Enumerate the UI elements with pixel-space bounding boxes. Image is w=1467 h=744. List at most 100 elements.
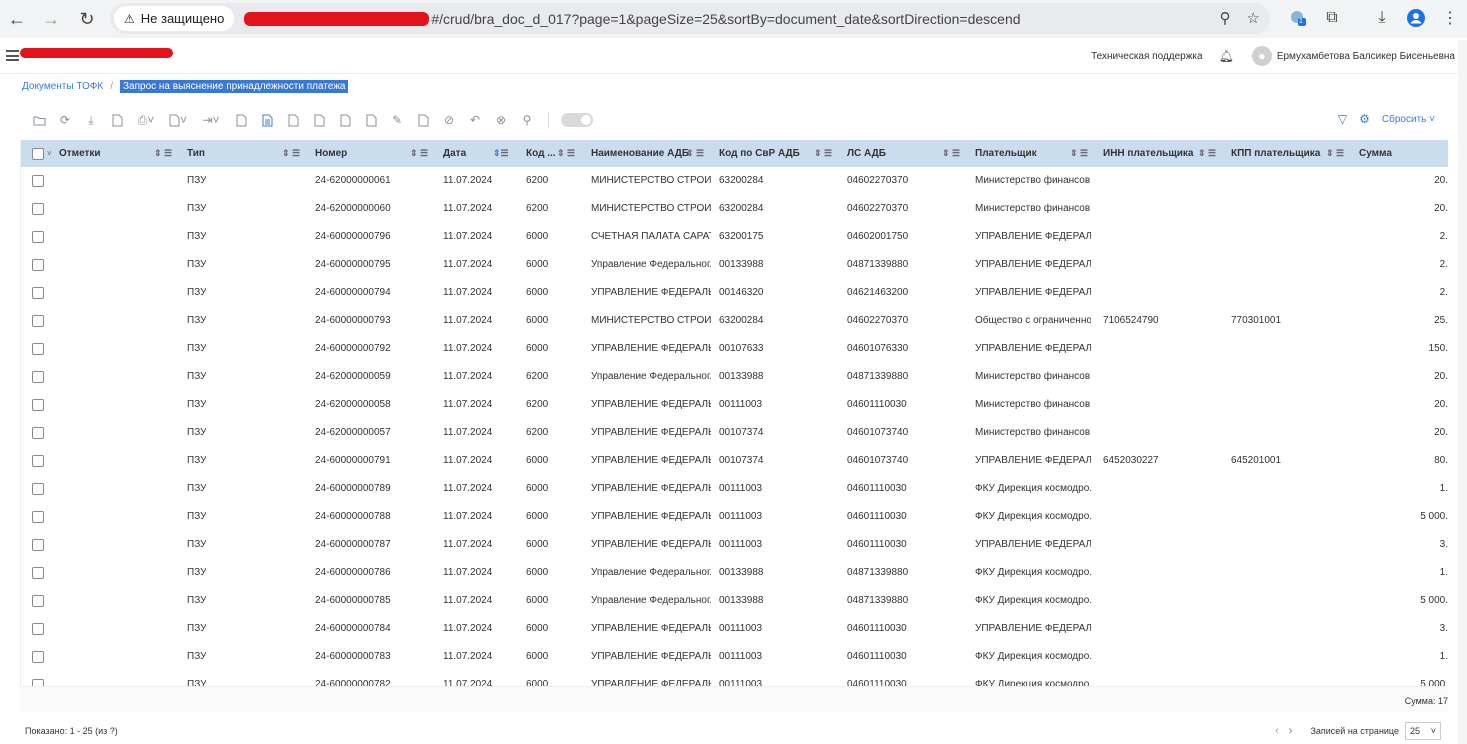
row-checkbox[interactable] bbox=[32, 371, 44, 383]
menu-kebab-icon[interactable]: ⋮ bbox=[1440, 8, 1460, 28]
document-add-icon[interactable] bbox=[284, 111, 302, 129]
table-row[interactable]: ПЗУ 24-60000000782 11.07.2024 6000 УПРАВЛЕНИ… bbox=[21, 671, 1448, 686]
col-header-marks[interactable]: Отметки bbox=[59, 140, 101, 167]
col-header-number[interactable]: Номер bbox=[315, 140, 347, 167]
undo-icon[interactable]: ↶ bbox=[466, 111, 484, 129]
print-menu-icon[interactable]: ⎙˅ bbox=[134, 111, 158, 129]
breadcrumb-parent[interactable]: Документы ТОФК bbox=[22, 81, 103, 92]
table-row[interactable]: ПЗУ 24-60000000786 11.07.2024 6000 Управлени… bbox=[21, 559, 1448, 587]
table-row[interactable]: ПЗУ 24-60000000791 11.07.2024 6000 УПРАВЛЕНИ… bbox=[21, 447, 1448, 475]
document-menu-icon[interactable]: ˅ bbox=[166, 111, 190, 129]
table-row[interactable]: ПЗУ 24-60000000795 11.07.2024 6000 Управлени… bbox=[21, 251, 1448, 279]
document-sign-icon[interactable] bbox=[362, 111, 380, 129]
sort-desc-icon[interactable]: ⇕ ☰ bbox=[493, 140, 509, 167]
per-page-select[interactable]: 25 ˅ bbox=[1405, 722, 1441, 740]
row-checkbox[interactable] bbox=[32, 539, 44, 551]
security-chip[interactable]: ⚠ Не защищено bbox=[114, 6, 235, 31]
col-header-payer[interactable]: Плательщик bbox=[975, 140, 1037, 167]
back-icon[interactable]: ← bbox=[2, 4, 32, 34]
reset-button[interactable]: Сбросить ˅ bbox=[1382, 114, 1435, 125]
support-link[interactable]: Техническая поддержка bbox=[1091, 51, 1203, 62]
bookmark-star-icon[interactable]: ☆ bbox=[1247, 9, 1260, 27]
col-header-date[interactable]: Дата bbox=[443, 140, 466, 167]
address-bar[interactable]: ⚠ Не защищено #/crud/bra_doc_d_017?page=… bbox=[110, 3, 1270, 34]
row-checkbox[interactable] bbox=[32, 399, 44, 411]
row-checkbox[interactable] bbox=[32, 623, 44, 635]
extension-icon[interactable] bbox=[1288, 8, 1308, 28]
table-row[interactable]: ПЗУ 24-60000000788 11.07.2024 6000 УПРАВЛЕНИ… bbox=[21, 503, 1448, 531]
user-avatar-icon[interactable]: ● bbox=[1251, 46, 1272, 66]
row-checkbox[interactable] bbox=[32, 595, 44, 607]
profile-icon[interactable] bbox=[1406, 8, 1426, 28]
table-row[interactable]: ПЗУ 24-60000000787 11.07.2024 6000 УПРАВЛЕНИ… bbox=[21, 531, 1448, 559]
row-checkbox[interactable] bbox=[32, 567, 44, 579]
table-row[interactable]: ПЗУ 24-62000000060 11.07.2024 6200 МИНИСТЕРС… bbox=[21, 195, 1448, 223]
col-header-svr-code[interactable]: Код по СвР АДБ bbox=[719, 140, 800, 167]
document-view-icon[interactable] bbox=[258, 111, 276, 129]
sort-handle-icon[interactable]: ⇕ ☰ bbox=[282, 140, 300, 167]
search-user-icon[interactable]: ⚲ bbox=[518, 111, 536, 129]
table-row[interactable]: ПЗУ 24-62000000058 11.07.2024 6200 УПРАВЛЕНИ… bbox=[21, 391, 1448, 419]
row-checkbox[interactable] bbox=[32, 315, 44, 327]
extensions-puzzle-icon[interactable]: ⧉ bbox=[1322, 8, 1342, 28]
sort-handle-icon[interactable]: ⇕ ☰ bbox=[154, 140, 172, 167]
sort-handle-icon[interactable]: ⇕ ☰ bbox=[1070, 140, 1088, 167]
table-row[interactable]: ПЗУ 24-60000000789 11.07.2024 6000 УПРАВЛЕНИ… bbox=[21, 475, 1448, 503]
bell-icon[interactable]: 🔔︎ bbox=[1219, 49, 1234, 63]
refresh-icon[interactable]: ⟳ bbox=[56, 111, 74, 129]
prev-page-icon[interactable]: ‹ bbox=[1275, 725, 1279, 737]
row-checkbox[interactable] bbox=[32, 455, 44, 467]
row-checkbox[interactable] bbox=[32, 203, 44, 215]
row-checkbox[interactable] bbox=[32, 175, 44, 187]
col-header-sum[interactable]: Сумма bbox=[1359, 140, 1392, 167]
reload-icon[interactable]: ↻ bbox=[72, 4, 102, 34]
document-send-icon[interactable] bbox=[232, 111, 250, 129]
cancel-icon[interactable]: ⊘ bbox=[440, 111, 458, 129]
row-checkbox[interactable] bbox=[32, 343, 44, 355]
table-row[interactable]: ПЗУ 24-62000000061 11.07.2024 6200 МИНИСТЕРС… bbox=[21, 167, 1448, 195]
table-row[interactable]: ПЗУ 24-60000000794 11.07.2024 6000 УПРАВЛЕНИ… bbox=[21, 279, 1448, 307]
delete-circle-icon[interactable]: ⊗ bbox=[492, 111, 510, 129]
sort-handle-icon[interactable]: ⇕ ☰ bbox=[410, 140, 428, 167]
sort-handle-icon[interactable]: ⇕ ☰ bbox=[1326, 140, 1344, 167]
table-row[interactable]: ПЗУ 24-60000000793 11.07.2024 6000 МИНИСТЕРС… bbox=[21, 307, 1448, 335]
table-row[interactable]: ПЗУ 24-60000000783 11.07.2024 6000 УПРАВЛЕНИ… bbox=[21, 643, 1448, 671]
table-row[interactable]: ПЗУ 24-60000000784 11.07.2024 6000 УПРАВЛЕНИ… bbox=[21, 615, 1448, 643]
row-checkbox[interactable] bbox=[32, 287, 44, 299]
settings-gear-icon[interactable]: ⚙ bbox=[1359, 112, 1370, 126]
col-header-ls-adb[interactable]: ЛС АДБ bbox=[847, 140, 886, 167]
row-checkbox[interactable] bbox=[32, 259, 44, 271]
view-toggle[interactable] bbox=[561, 113, 593, 127]
col-header-code[interactable]: Код ... bbox=[526, 140, 556, 167]
url-text[interactable]: #/crud/bra_doc_d_017?page=1&pageSize=25&… bbox=[431, 11, 1020, 27]
sort-handle-icon[interactable]: ⇕ ☰ bbox=[942, 140, 960, 167]
col-header-adb-name[interactable]: Наименование АДБ bbox=[591, 140, 689, 167]
zoom-icon[interactable]: ⚲ bbox=[1220, 9, 1231, 27]
document-check-icon[interactable] bbox=[336, 111, 354, 129]
table-row[interactable]: ПЗУ 24-62000000059 11.07.2024 6200 Управлени… bbox=[21, 363, 1448, 391]
download-file-icon[interactable]: ⤓ bbox=[82, 111, 100, 129]
pen-icon[interactable]: ✎ bbox=[388, 111, 406, 129]
col-header-type[interactable]: Тип bbox=[187, 140, 205, 167]
row-checkbox[interactable] bbox=[32, 427, 44, 439]
page-scrollbar[interactable] bbox=[1458, 40, 1467, 744]
table-row[interactable]: ПЗУ 24-60000000792 11.07.2024 6000 УПРАВЛЕНИ… bbox=[21, 335, 1448, 363]
select-all-checkbox[interactable]: ˅ bbox=[32, 140, 52, 167]
open-folder-icon[interactable] bbox=[30, 111, 48, 129]
document-lock-icon[interactable] bbox=[414, 111, 432, 129]
document-copy-icon[interactable] bbox=[310, 111, 328, 129]
next-page-icon[interactable]: › bbox=[1289, 725, 1293, 737]
col-header-payer-kpp[interactable]: КПП плательщика bbox=[1231, 140, 1320, 167]
sort-handle-icon[interactable]: ⇕ ☰ bbox=[686, 140, 704, 167]
row-checkbox[interactable] bbox=[32, 231, 44, 243]
sort-handle-icon[interactable]: ⇕ ☰ bbox=[1198, 140, 1216, 167]
forward-icon[interactable]: → bbox=[36, 4, 66, 34]
sort-handle-icon[interactable]: ⇕ ☰ bbox=[814, 140, 832, 167]
table-row[interactable]: ПЗУ 24-60000000785 11.07.2024 6000 Управлени… bbox=[21, 587, 1448, 615]
sort-handle-icon[interactable]: ⇕ ☰ bbox=[557, 140, 575, 167]
row-checkbox[interactable] bbox=[32, 483, 44, 495]
table-row[interactable]: ПЗУ 24-60000000796 11.07.2024 6000 СЧЕТНАЯ П… bbox=[21, 223, 1448, 251]
row-checkbox[interactable] bbox=[32, 651, 44, 663]
export-menu-icon[interactable]: ⇥˅ bbox=[198, 111, 224, 129]
download-icon[interactable]: ⤓ bbox=[1372, 8, 1392, 28]
